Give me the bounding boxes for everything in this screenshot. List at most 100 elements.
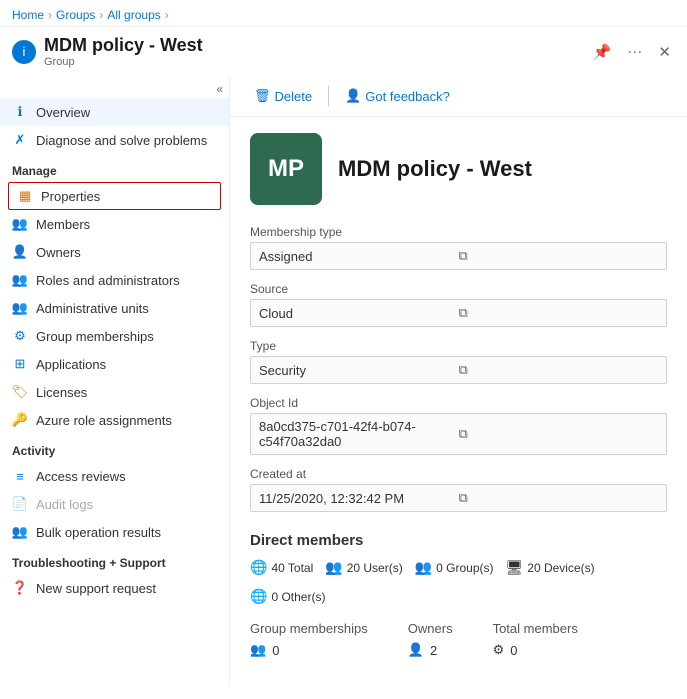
stat-total: 🌐 40 Total bbox=[250, 559, 313, 576]
overview-icon: ℹ bbox=[12, 104, 28, 120]
feedback-icon: 👤 bbox=[345, 88, 361, 104]
audit-logs-icon: 📄 bbox=[12, 496, 28, 512]
bottom-label-group-memberships: Group memberships bbox=[250, 621, 368, 636]
title-bar: i MDM policy - West Group 📌 ··· ✕ bbox=[0, 27, 687, 76]
bottom-label-owners: Owners bbox=[408, 621, 453, 636]
sidebar-item-properties[interactable]: ▦ Properties bbox=[8, 182, 221, 210]
pin-button[interactable]: 📌 bbox=[589, 41, 616, 63]
sidebar-item-support[interactable]: ❓ New support request bbox=[0, 574, 229, 602]
devices-icon: 🖥 bbox=[506, 559, 524, 576]
sidebar-item-group-memberships[interactable]: ⚙ Group memberships bbox=[0, 322, 229, 350]
stat-groups-value: 0 Group(s) bbox=[436, 561, 493, 575]
stat-users-value: 20 User(s) bbox=[347, 561, 403, 575]
owners-icon: 👤 bbox=[12, 244, 28, 260]
breadcrumb-allgroups[interactable]: All groups bbox=[107, 8, 160, 22]
sidebar-item-owners[interactable]: 👤 Owners bbox=[0, 238, 229, 266]
bottom-value-total-members: ⚙ 0 bbox=[493, 642, 578, 658]
sidebar-label-group-memberships: Group memberships bbox=[36, 329, 154, 344]
field-object-id: Object Id 8a0cd375-c701-42f4-b074-c54f70… bbox=[250, 396, 667, 455]
title-icon-letter: i bbox=[23, 44, 26, 59]
breadcrumb-groups[interactable]: Groups bbox=[56, 8, 95, 22]
bottom-stat-group-memberships: Group memberships 👥 0 bbox=[250, 621, 368, 658]
owners-count: 2 bbox=[430, 643, 437, 658]
page-subtitle: Group bbox=[44, 56, 203, 68]
stat-devices: 🖥 20 Device(s) bbox=[506, 559, 595, 576]
content-area: 🗑 Delete 👤 Got feedback? MP MDM policy -… bbox=[230, 76, 687, 685]
copy-object-id[interactable]: ⧉ bbox=[459, 426, 659, 442]
group-name: MDM policy - West bbox=[338, 156, 532, 182]
breadcrumb-sep1: › bbox=[48, 8, 52, 22]
field-source: Source Cloud ⧉ bbox=[250, 282, 667, 327]
bottom-label-total-members: Total members bbox=[493, 621, 578, 636]
sidebar-label-admin-units: Administrative units bbox=[36, 301, 149, 316]
bottom-stat-total-members: Total members ⚙ 0 bbox=[493, 621, 578, 658]
support-icon: ❓ bbox=[12, 580, 28, 596]
field-created-at: Created at 11/25/2020, 12:32:42 PM ⧉ bbox=[250, 467, 667, 512]
copy-type[interactable]: ⧉ bbox=[459, 362, 659, 378]
applications-icon: ⊞ bbox=[12, 356, 28, 372]
field-membership-type-value: Assigned ⧉ bbox=[250, 242, 667, 270]
stat-others-value: 0 Other(s) bbox=[271, 590, 325, 604]
direct-members-title: Direct members bbox=[250, 532, 667, 549]
access-reviews-icon: ≡ bbox=[12, 468, 28, 484]
field-source-value: Cloud ⧉ bbox=[250, 299, 667, 327]
collapse-button[interactable]: « bbox=[216, 82, 223, 96]
delete-button[interactable]: 🗑 Delete bbox=[246, 84, 320, 108]
content-body: MP MDM policy - West Membership type Ass… bbox=[230, 117, 687, 674]
sidebar-item-audit-logs[interactable]: 📄 Audit logs bbox=[0, 490, 229, 518]
bulk-results-icon: 👥 bbox=[12, 524, 28, 540]
total-icon: 🌐 bbox=[250, 559, 267, 576]
members-icon: 👥 bbox=[12, 216, 28, 232]
bottom-value-owners: 👤 2 bbox=[408, 642, 453, 658]
feedback-button[interactable]: 👤 Got feedback? bbox=[337, 84, 458, 108]
others-icon: 🌐 bbox=[250, 588, 267, 605]
sidebar-section-troubleshoot: Troubleshooting + Support bbox=[0, 546, 229, 574]
toolbar-divider bbox=[328, 86, 329, 106]
sidebar-label-members: Members bbox=[36, 217, 90, 232]
field-type-value: Security ⧉ bbox=[250, 356, 667, 384]
stat-others: 🌐 0 Other(s) bbox=[250, 588, 325, 605]
sidebar-item-overview[interactable]: ℹ Overview bbox=[0, 98, 229, 126]
diagnose-icon: ✗ bbox=[12, 132, 28, 148]
sidebar-label-roles: Roles and administrators bbox=[36, 273, 180, 288]
title-left: i MDM policy - West Group bbox=[12, 35, 203, 68]
licenses-icon: 🏷 bbox=[12, 384, 28, 400]
copy-membership-type[interactable]: ⧉ bbox=[459, 248, 659, 264]
copy-created-at[interactable]: ⧉ bbox=[459, 490, 659, 506]
copy-source[interactable]: ⧉ bbox=[459, 305, 659, 321]
sidebar-item-bulk-results[interactable]: 👥 Bulk operation results bbox=[0, 518, 229, 546]
more-button[interactable]: ··· bbox=[623, 41, 646, 62]
sidebar-collapse: « bbox=[0, 80, 229, 98]
groups-icon: 👥 bbox=[415, 559, 432, 576]
properties-icon: ▦ bbox=[17, 188, 33, 204]
sidebar-label-licenses: Licenses bbox=[36, 385, 87, 400]
toolbar: 🗑 Delete 👤 Got feedback? bbox=[230, 76, 687, 117]
breadcrumb-home[interactable]: Home bbox=[12, 8, 44, 22]
breadcrumb: Home › Groups › All groups › bbox=[12, 8, 169, 22]
close-button[interactable]: ✕ bbox=[654, 41, 675, 63]
total-members-stat-icon: ⚙ bbox=[493, 642, 505, 658]
sidebar-item-roles[interactable]: 👥 Roles and administrators bbox=[0, 266, 229, 294]
delete-label: Delete bbox=[275, 89, 313, 104]
sidebar-label-bulk-results: Bulk operation results bbox=[36, 525, 161, 540]
sidebar-item-admin-units[interactable]: 👥 Administrative units bbox=[0, 294, 229, 322]
stat-users: 👥 20 User(s) bbox=[325, 559, 402, 576]
sidebar-label-owners: Owners bbox=[36, 245, 81, 260]
sidebar-item-applications[interactable]: ⊞ Applications bbox=[0, 350, 229, 378]
sidebar-item-access-reviews[interactable]: ≡ Access reviews bbox=[0, 462, 229, 490]
users-icon: 👥 bbox=[325, 559, 342, 576]
group-avatar: MP bbox=[250, 133, 322, 205]
sidebar-item-diagnose[interactable]: ✗ Diagnose and solve problems bbox=[0, 126, 229, 154]
field-object-id-value: 8a0cd375-c701-42f4-b074-c54f70a32da0 ⧉ bbox=[250, 413, 667, 455]
sidebar-label-access-reviews: Access reviews bbox=[36, 469, 126, 484]
sidebar-item-members[interactable]: 👥 Members bbox=[0, 210, 229, 238]
sidebar-item-azure-roles[interactable]: 🔑 Azure role assignments bbox=[0, 406, 229, 434]
group-avatar-text: MP bbox=[268, 155, 304, 183]
field-created-at-value: 11/25/2020, 12:32:42 PM ⧉ bbox=[250, 484, 667, 512]
sidebar-label-diagnose: Diagnose and solve problems bbox=[36, 133, 207, 148]
bottom-stat-owners: Owners 👤 2 bbox=[408, 621, 453, 658]
title-actions: 📌 ··· ✕ bbox=[589, 41, 675, 63]
sidebar-label-support: New support request bbox=[36, 581, 156, 596]
sidebar-item-licenses[interactable]: 🏷 Licenses bbox=[0, 378, 229, 406]
bottom-value-group-memberships: 👥 0 bbox=[250, 642, 368, 658]
